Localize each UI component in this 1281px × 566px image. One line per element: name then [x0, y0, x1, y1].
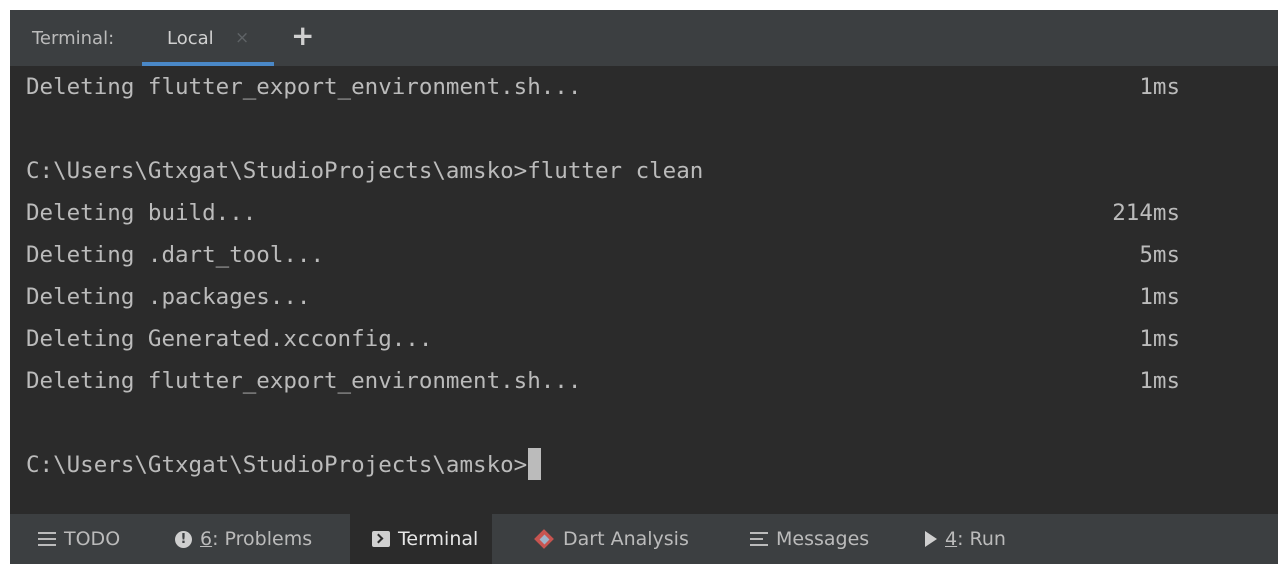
terminal-output[interactable]: Deleting flutter_export_environment.sh..… [10, 66, 1278, 514]
run-mnemonic: 4 [945, 528, 958, 550]
list-icon [38, 532, 56, 546]
close-icon[interactable]: × [235, 28, 249, 48]
tool-window-bar: TODO ! 6: Problems Terminal Dart Analysi… [10, 514, 1278, 564]
terminal-prompt: C:\Users\Gtxgat\StudioProjects\amsko> [26, 452, 528, 478]
run-icon [925, 531, 937, 547]
terminal-prompt-line[interactable]: C:\Users\Gtxgat\StudioProjects\amsko> [26, 444, 542, 486]
tab-local-label: Local [167, 28, 214, 49]
todo-tool-button[interactable]: TODO [38, 514, 120, 564]
terminal-tab-bar: Terminal: Local × + [10, 10, 1278, 66]
todo-label: TODO [64, 528, 121, 550]
terminal-label: Terminal: [32, 28, 115, 49]
terminal-tool-label: Terminal [398, 528, 479, 550]
terminal-line: C:\Users\Gtxgat\StudioProjects\amsko>flu… [26, 158, 704, 184]
terminal-line: Deleting Generated.xcconfig... [26, 326, 433, 352]
run-tool-button[interactable]: 4: Run [925, 514, 1006, 564]
dart-analysis-tool-button[interactable]: Dart Analysis [535, 514, 689, 564]
terminal-icon [372, 531, 390, 547]
messages-tool-button[interactable]: Messages [750, 514, 869, 564]
terminal-window: Terminal: Local × + Deleting flutter_exp… [10, 10, 1278, 564]
terminal-line-time: 214ms [1112, 200, 1180, 226]
problems-mnemonic: 6 [200, 528, 213, 550]
new-session-button[interactable]: + [291, 20, 314, 52]
terminal-line-time: 1ms [1139, 284, 1180, 310]
dart-analysis-label: Dart Analysis [563, 528, 689, 550]
messages-label: Messages [776, 528, 870, 550]
tab-local[interactable]: Local × [142, 10, 274, 66]
terminal-line: Deleting flutter_export_environment.sh..… [26, 368, 582, 394]
terminal-line-time: 1ms [1139, 326, 1180, 352]
terminal-tool-button[interactable]: Terminal [350, 514, 493, 564]
run-label: : Run [957, 528, 1006, 550]
text-cursor [528, 447, 542, 480]
terminal-line-time: 1ms [1139, 368, 1180, 394]
terminal-line-time: 1ms [1139, 74, 1180, 100]
info-icon: ! [175, 530, 192, 548]
terminal-line: Deleting .packages... [26, 284, 311, 310]
terminal-line-time: 5ms [1139, 242, 1180, 268]
terminal-line: Deleting .dart_tool... [26, 242, 325, 268]
terminal-line: Deleting flutter_export_environment.sh..… [26, 74, 582, 100]
dart-icon [535, 529, 555, 549]
messages-icon [750, 532, 768, 546]
terminal-line: Deleting build... [26, 200, 257, 226]
problems-tool-button[interactable]: ! 6: Problems [175, 514, 312, 564]
problems-label: : Problems [212, 528, 313, 550]
